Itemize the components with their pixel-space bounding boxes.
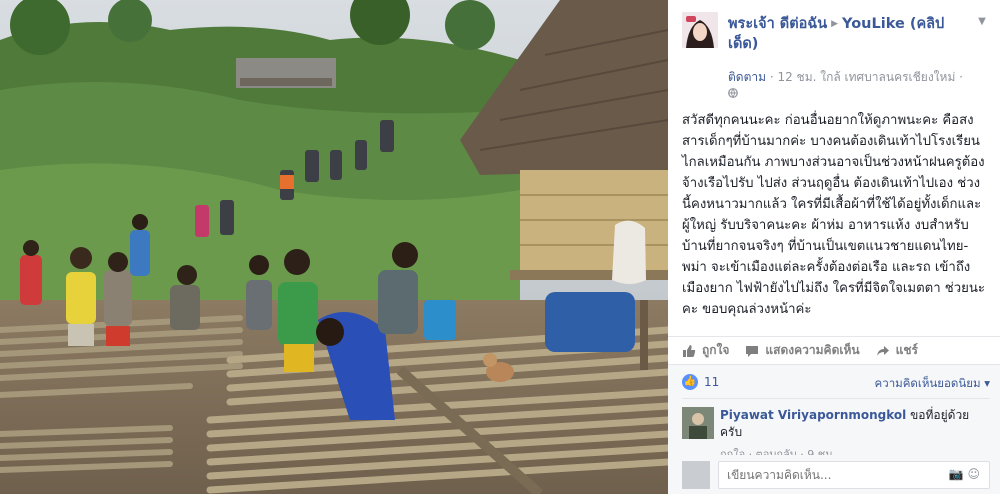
- comment-icon: [745, 344, 759, 358]
- comment-actions[interactable]: ถูกใจ · ตอบกลับ · 9 ชม.: [720, 445, 836, 455]
- commenter-name[interactable]: Piyawat Viriyapornmongkol: [720, 408, 906, 422]
- post-side-panel: พระเจ้า ดีต่อฉัน ▶ YouLike (คลิปเด็ด) ▼ ติ…: [668, 0, 1000, 494]
- thumbs-up-icon: [682, 344, 696, 358]
- composer-icons: 📷☺: [949, 467, 984, 481]
- camera-icon[interactable]: 📷: [949, 467, 968, 481]
- viewer-avatar: [682, 461, 710, 489]
- post-photo[interactable]: [0, 0, 668, 494]
- post-actions: ถูกใจ แสดงความคิดเห็น แชร์: [668, 336, 1000, 364]
- share-button[interactable]: แชร์: [876, 341, 918, 360]
- photo-illustration: [0, 0, 668, 494]
- like-button[interactable]: ถูกใจ: [682, 341, 729, 360]
- post-header: พระเจ้า ดีต่อฉัน ▶ YouLike (คลิปเด็ด) ▼ ติ…: [682, 12, 990, 98]
- comment-sort-dropdown[interactable]: ความคิดเห็นยอดนิยม ▾: [875, 375, 990, 393]
- author-name[interactable]: พระเจ้า ดีต่อฉัน: [728, 16, 827, 32]
- like-count: 11: [704, 375, 720, 389]
- post-text: สวัสดีทุกคนนะคะ ก่อนอื่นอยากให้ดูภาพนะคะ…: [682, 113, 985, 317]
- like-count-icon: 👍: [682, 374, 698, 390]
- comment-button[interactable]: แสดงความคิดเห็น: [745, 341, 860, 360]
- share-label: แชร์: [895, 343, 918, 357]
- comment-text-block: Piyawat Viriyapornmongkol ขอที่อยู่ด้วยค…: [720, 407, 990, 441]
- commenter-avatar[interactable]: [682, 407, 714, 439]
- share-icon: [876, 344, 890, 358]
- social-section: 👍 11 ความคิดเห็นยอดนิยม ▾ Piyawat Viriya…: [668, 364, 1000, 494]
- follow-link[interactable]: ติดตาม: [728, 70, 766, 84]
- comment-label: แสดงความคิดเห็น: [765, 343, 860, 357]
- emoji-icon[interactable]: ☺: [967, 467, 984, 481]
- sort-label: ความคิดเห็นยอดนิยม: [874, 376, 981, 390]
- chevron-down-icon[interactable]: ▼: [974, 14, 990, 30]
- post-meta: ติดตาม · 12 ชม. ใกล้ เทศบาลนครเชียงใหม่ …: [728, 68, 980, 86]
- post-author-line: พระเจ้า ดีต่อฉัน ▶ YouLike (คลิปเด็ด): [728, 14, 970, 54]
- globe-icon[interactable]: [728, 88, 738, 101]
- post-meta-text: · 12 ชม. ใกล้ เทศบาลนครเชียงใหม่ ·: [766, 70, 963, 84]
- divider: [682, 398, 990, 399]
- like-label: ถูกใจ: [702, 343, 730, 357]
- likes-summary[interactable]: 👍 11 ความคิดเห็นยอดนิยม ▾: [682, 371, 990, 393]
- comment-item: Piyawat Viriyapornmongkol ขอที่อยู่ด้วยค…: [682, 407, 990, 455]
- shared-to-arrow-icon: ▶: [831, 19, 839, 29]
- comment-composer: 📷☺: [682, 459, 990, 491]
- author-avatar[interactable]: [682, 12, 718, 48]
